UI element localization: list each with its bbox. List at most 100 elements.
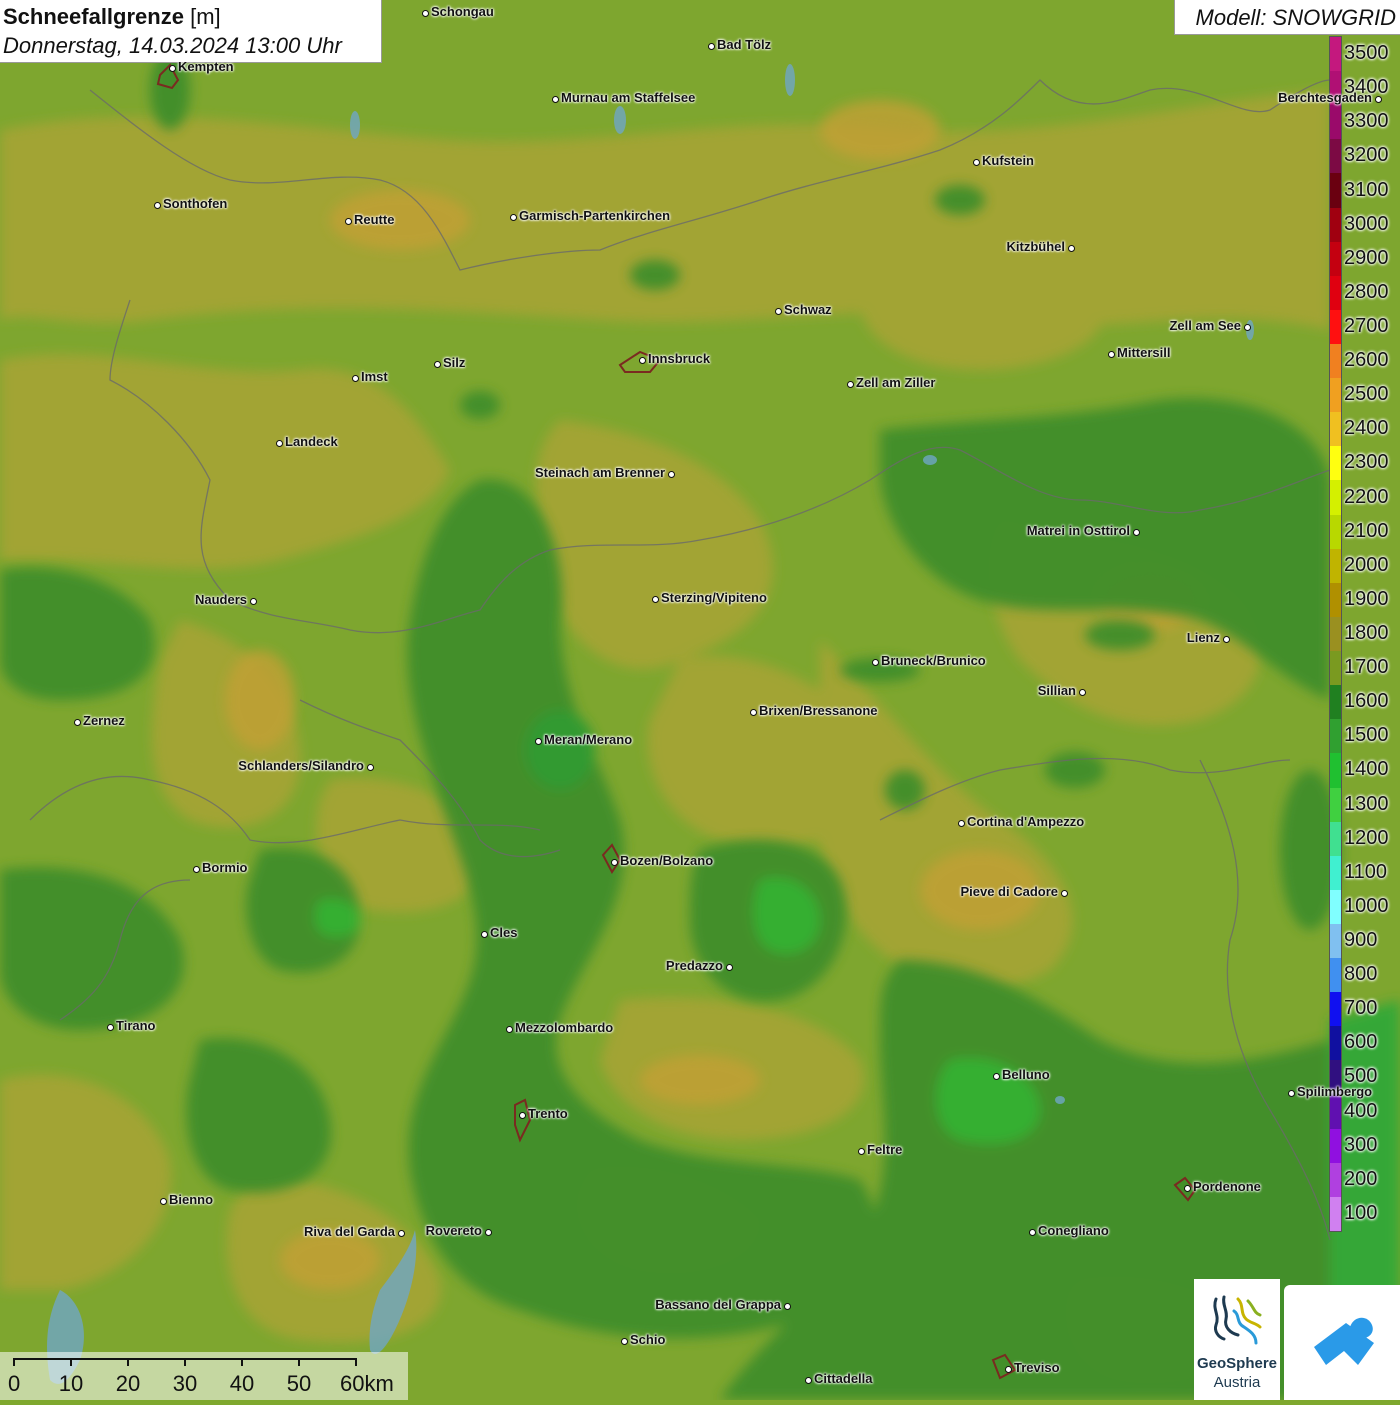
city-dot	[992, 1072, 1000, 1080]
color-scale-segment	[1330, 821, 1341, 857]
city-label: Bozen/Bolzano	[620, 853, 714, 868]
color-scale-label: 1600	[1344, 690, 1389, 713]
city-label: Matrei in Osttirol	[1026, 523, 1130, 538]
color-scale-label: 2600	[1344, 349, 1389, 372]
color-scale-segment	[1330, 923, 1341, 959]
scale-bar-tick	[13, 1358, 15, 1366]
city-label: Innsbruck	[648, 351, 711, 366]
color-scale-segment	[1330, 719, 1341, 754]
city-label: Mittersill	[1117, 345, 1171, 360]
city-dot	[551, 95, 559, 103]
city-label: Lienz	[1186, 630, 1220, 645]
city-dot	[351, 374, 359, 382]
city-dot	[433, 360, 441, 368]
city-dot	[857, 1147, 865, 1155]
city-label: Pordenone	[1193, 1179, 1261, 1194]
color-scale-segment	[1330, 889, 1341, 925]
color-scale-label: 400	[1344, 1099, 1378, 1122]
model-label: Modell: SNOWGRID	[1195, 5, 1396, 30]
color-scale-segment	[1330, 616, 1341, 652]
title-unit: [m]	[190, 4, 221, 29]
city-label: Treviso	[1014, 1360, 1060, 1375]
city-dot	[774, 307, 782, 315]
city-dot	[1374, 95, 1382, 103]
map-title: Schneefallgrenze [m]	[3, 4, 221, 30]
map-title-box: Schneefallgrenze [m] Donnerstag, 14.03.2…	[0, 0, 382, 63]
color-scale-label: 3000	[1344, 212, 1389, 235]
scale-bar-tick	[184, 1358, 186, 1366]
color-scale-segment	[1330, 855, 1341, 891]
city-label: Schlanders/Silandro	[238, 758, 364, 773]
color-scale-label: 2300	[1344, 451, 1389, 474]
color-scale-segment	[1330, 173, 1341, 209]
city-dot	[783, 1302, 791, 1310]
city-label: Predazzo	[665, 958, 723, 973]
city-label: Trento	[528, 1106, 568, 1121]
scale-bar-label: 30	[172, 1371, 198, 1396]
city-dot	[509, 213, 517, 221]
scale-bar-tick	[355, 1358, 357, 1366]
city-label: Zell am Ziller	[856, 375, 936, 390]
color-scale-segment	[1330, 685, 1341, 720]
scale-bar-tick	[298, 1358, 300, 1366]
color-scale-segment	[1330, 753, 1341, 788]
scale-bar-tick	[127, 1358, 129, 1366]
city-dot	[275, 439, 283, 447]
city-dot	[106, 1023, 114, 1031]
geosphere-emblem-icon	[1213, 1295, 1262, 1345]
city-dot	[1107, 350, 1115, 358]
app-logo[interactable]	[1284, 1285, 1400, 1400]
city-label: Cittadella	[814, 1371, 873, 1386]
city-dot	[366, 763, 374, 771]
color-scale-label: 2500	[1344, 383, 1389, 406]
snow-app-icon	[1314, 1317, 1374, 1365]
city-dot	[1183, 1184, 1191, 1192]
color-scale-label: 2200	[1344, 485, 1389, 508]
color-scale-label: 3200	[1344, 144, 1389, 167]
color-scale-segment	[1330, 1196, 1341, 1232]
city-dot	[707, 42, 715, 50]
geosphere-logo[interactable]: GeoSphere Austria	[1194, 1279, 1280, 1400]
color-scale-segment	[1330, 344, 1341, 379]
city-dot	[192, 865, 200, 873]
city-label: Zell am See	[1169, 318, 1241, 333]
city-label: Cortina d'Ampezzo	[967, 814, 1085, 829]
city-dot	[610, 858, 618, 866]
geosphere-logo-text: GeoSphere	[1196, 1355, 1278, 1372]
city-dot	[1078, 688, 1086, 696]
city-label: Pieve di Cadore	[960, 884, 1058, 899]
city-label: Kufstein	[982, 153, 1034, 168]
city-dot	[1287, 1089, 1295, 1097]
city-dot	[957, 819, 965, 827]
color-scale-label: 800	[1344, 963, 1378, 986]
color-scale-label: 200	[1344, 1167, 1378, 1190]
color-scale-label: 300	[1344, 1133, 1378, 1156]
color-scale-segment	[1330, 275, 1341, 311]
color-scale-label: 1000	[1344, 894, 1389, 917]
city-dot	[804, 1376, 812, 1384]
color-scale-segment	[1330, 1026, 1341, 1061]
color-scale-bar	[1329, 36, 1342, 1232]
city-dot	[421, 9, 429, 17]
city-dot	[667, 470, 675, 478]
city-label: Meran/Merano	[544, 732, 633, 747]
color-scale-label: 2000	[1344, 553, 1389, 576]
color-scale-segment	[1330, 1162, 1341, 1198]
color-scale-segment	[1330, 480, 1341, 516]
city-dot	[480, 930, 488, 938]
city-label: Brixen/Bressanone	[759, 703, 878, 718]
city-dot	[620, 1337, 628, 1345]
city-label: Berchtesgaden	[1278, 90, 1372, 105]
scale-bar-label: 60km	[340, 1371, 394, 1396]
color-scale-label: 1900	[1344, 587, 1389, 610]
city-dot	[534, 737, 542, 745]
color-scale-label: 1200	[1344, 826, 1389, 849]
city-label: Bormio	[202, 860, 248, 875]
city-label: Rovereto	[425, 1223, 482, 1238]
city-label: Cles	[490, 925, 518, 940]
scale-bar-label: 40	[229, 1371, 255, 1396]
scale-bar-label: 20	[115, 1371, 141, 1396]
color-scale-segment	[1330, 378, 1341, 413]
city-label: Reutte	[354, 212, 395, 227]
city-label: Mezzolombardo	[515, 1020, 614, 1035]
